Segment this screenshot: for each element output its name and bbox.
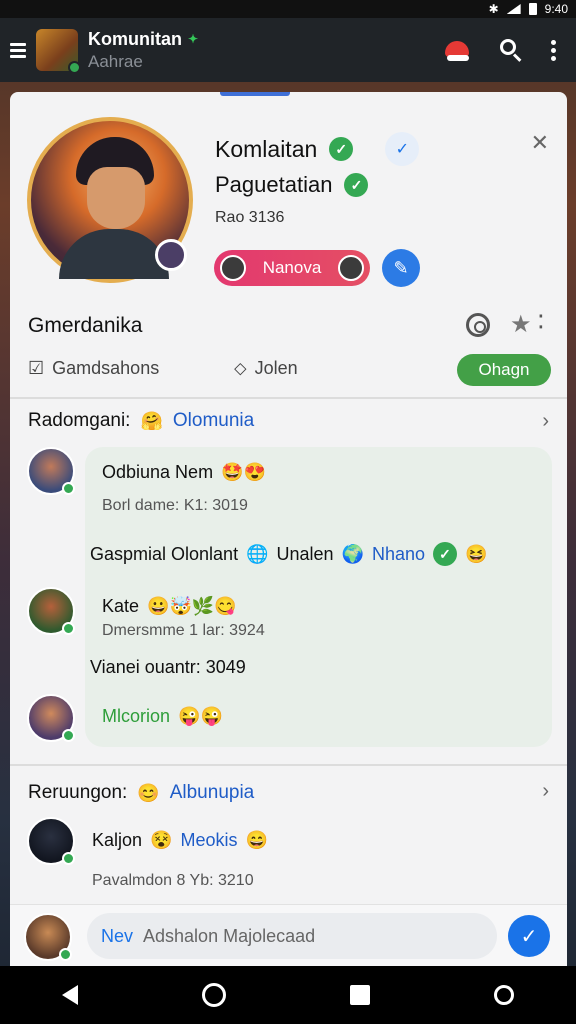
section-heading: Reruungon: 😊 Albunupia	[28, 782, 255, 803]
composer-placeholder: Adshalon Majolecaad	[143, 925, 316, 946]
section-heading: Radomgani: 🤗 Olomunia	[28, 410, 255, 431]
tab-indicator	[220, 92, 290, 96]
message-text: Gaspmial Olonlant 🌐 Unalen 🌍 Nhano ✓ 😆	[90, 542, 487, 566]
sparkle-icon: ✦	[188, 32, 199, 46]
home-icon[interactable]	[202, 983, 226, 1007]
message-meta: Pavalmdon 8 Yb: 3210	[92, 872, 254, 889]
notification-icon[interactable]	[443, 37, 471, 63]
divider	[10, 764, 567, 766]
battery-icon	[528, 3, 537, 15]
message-text: Mlcorion 😜😜	[102, 706, 223, 726]
emoji-icon: 🌐	[246, 543, 269, 564]
composer: Nev Adshalon Majolecaad ✓	[10, 904, 567, 966]
friend-avatar-icon	[220, 255, 246, 281]
profile-role-row: Paguetatian ✓	[215, 172, 369, 198]
verified-icon: ✓	[329, 137, 354, 161]
settings-icon[interactable]	[466, 313, 490, 337]
join-button[interactable]: Ohagn	[457, 354, 551, 386]
friend-avatar-icon	[338, 255, 364, 281]
chevron-right-icon[interactable]: ›	[542, 780, 549, 803]
message-input[interactable]: Nev Adshalon Majolecaad	[87, 913, 497, 959]
chevron-right-icon[interactable]: ›	[542, 410, 549, 433]
message-meta: Borl dame: K1: 3019	[102, 497, 248, 514]
message-meta: Dmersmme 1 lar: 3924	[102, 622, 265, 639]
app-titles: Komunitan ✦ Aahrae	[88, 29, 198, 72]
profile-name: Komlaitan	[215, 135, 318, 162]
search-icon[interactable]	[499, 38, 523, 62]
profile-card: Komlaitan ✓ ✓ Paguetatian ✓ Rao 3136 ✕ N…	[10, 92, 567, 966]
avatar[interactable]	[27, 817, 75, 865]
divider	[10, 397, 567, 399]
edit-button[interactable]: ✎	[382, 249, 420, 287]
join-stat[interactable]: ⬦ Jolen	[234, 358, 298, 379]
profile-name-row: Komlaitan ✓ ✓	[215, 132, 420, 166]
assistant-icon[interactable]	[494, 985, 514, 1005]
check-icon: ✓	[433, 542, 458, 566]
app-title: Komunitan ✦	[88, 28, 199, 49]
profile-rank: Rao 3136	[215, 209, 285, 226]
tag-icon: ⬦	[234, 358, 247, 378]
message-author: Kaljon 😵 Meokis 😄	[92, 830, 268, 850]
status-time: 9:40	[544, 2, 568, 16]
message-author: Kate 😀🤯🌿😋	[102, 596, 237, 616]
emoji-icon: 😵	[150, 830, 173, 850]
recent-apps-icon[interactable]	[350, 985, 370, 1005]
wifi-icon: ✱	[488, 2, 499, 16]
emoji-icon: 🌍	[341, 543, 364, 564]
app-bar: Komunitan ✦ Aahrae	[0, 18, 576, 82]
avatar[interactable]	[27, 587, 75, 635]
members-label: Gamdsahons	[52, 358, 160, 378]
level-badge-icon	[155, 239, 187, 271]
role-check-icon: ✓	[344, 173, 369, 197]
community-avatar[interactable]	[36, 29, 81, 74]
profile-avatar[interactable]	[27, 117, 193, 283]
join-label: Jolen	[254, 358, 298, 378]
signal-icon	[506, 4, 521, 14]
profile-role: Paguetatian	[215, 172, 333, 197]
message-text: Vianei ouantr: 3049	[90, 657, 246, 677]
emoji-icon: 😊	[137, 782, 160, 803]
composer-tag: Nev	[101, 925, 134, 946]
pill-label: Nanova	[262, 258, 322, 277]
more-icon[interactable]: ⁚	[538, 312, 544, 333]
more-options-icon[interactable]	[551, 39, 556, 61]
calendar-icon: ☑	[28, 358, 45, 378]
edit-profile-icon[interactable]: ✓	[385, 132, 420, 166]
avatar[interactable]	[24, 913, 72, 961]
menu-icon[interactable]	[10, 42, 26, 58]
group-name: Gmerdanika	[28, 314, 143, 337]
emoji-icon: 🤗	[140, 410, 163, 431]
members-stat[interactable]: ☑ Gamdsahons	[28, 358, 159, 379]
back-icon[interactable]	[62, 985, 78, 1005]
avatar[interactable]	[27, 694, 75, 742]
friend-pill[interactable]: Nanova	[214, 250, 370, 286]
star-icon[interactable]: ★	[510, 310, 532, 339]
avatar[interactable]	[27, 447, 75, 495]
send-button[interactable]: ✓	[508, 915, 550, 957]
app-subtitle: Aahrae	[88, 51, 143, 71]
message-author: Odbiuna Nem 🤩😍	[102, 462, 266, 482]
status-bar: ✱ 9:40	[0, 0, 576, 18]
close-icon[interactable]: ✕	[531, 130, 549, 156]
system-nav-bar	[0, 966, 576, 1024]
